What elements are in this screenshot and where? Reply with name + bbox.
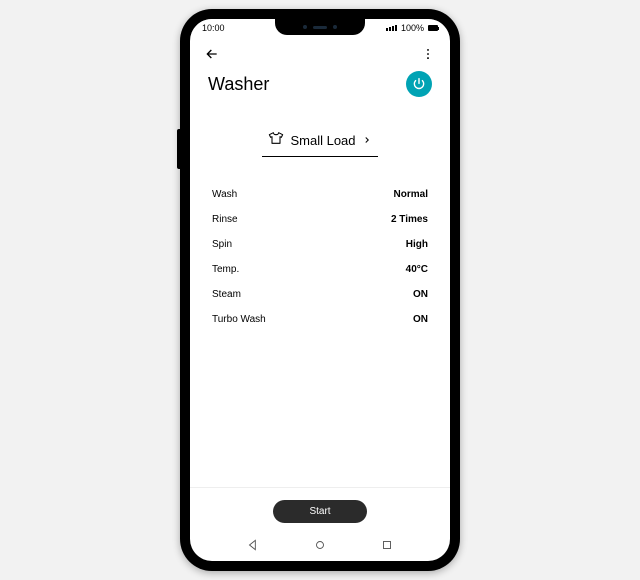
phone-frame: 10:00 100% Washer	[180, 9, 460, 571]
nav-recent-icon[interactable]	[380, 538, 394, 552]
settings-list: Wash Normal Rinse 2 Times Spin High Temp…	[212, 189, 428, 325]
setting-value: 2 Times	[391, 214, 428, 225]
setting-key: Turbo Wash	[212, 314, 266, 325]
more-icon[interactable]	[420, 46, 436, 62]
android-navbar	[190, 531, 450, 561]
setting-row-wash[interactable]: Wash Normal	[212, 189, 428, 200]
battery-pct: 100%	[401, 23, 424, 33]
setting-key: Temp.	[212, 264, 239, 275]
mode-row: Small Load	[212, 127, 428, 157]
start-button[interactable]: Start	[273, 500, 366, 523]
page-title: Washer	[208, 74, 269, 95]
setting-key: Steam	[212, 289, 241, 300]
setting-row-rinse[interactable]: Rinse 2 Times	[212, 214, 428, 225]
chevron-right-icon	[362, 132, 372, 150]
screen: 10:00 100% Washer	[190, 19, 450, 561]
power-button[interactable]	[406, 71, 432, 97]
content: Small Load Wash Normal Rinse 2 Times Spi…	[190, 103, 450, 487]
setting-value: High	[406, 239, 428, 250]
shirt-icon	[268, 131, 284, 150]
mode-label: Small Load	[290, 133, 355, 148]
setting-key: Spin	[212, 239, 232, 250]
footer: Start	[190, 487, 450, 531]
status-right: 100%	[386, 23, 438, 33]
signal-icon	[386, 25, 397, 31]
mode-selector[interactable]: Small Load	[262, 127, 377, 157]
battery-icon	[428, 25, 438, 31]
back-icon[interactable]	[204, 46, 220, 62]
status-bar: 10:00 100%	[190, 19, 450, 37]
nav-back-icon[interactable]	[246, 538, 260, 552]
setting-row-steam[interactable]: Steam ON	[212, 289, 428, 300]
setting-row-turbo[interactable]: Turbo Wash ON	[212, 314, 428, 325]
setting-key: Rinse	[212, 214, 238, 225]
setting-value: 40°C	[406, 264, 428, 275]
setting-value: ON	[413, 289, 428, 300]
setting-key: Wash	[212, 189, 237, 200]
title-row: Washer	[190, 65, 450, 103]
setting-value: Normal	[394, 189, 428, 200]
phone-notch	[275, 19, 365, 35]
setting-value: ON	[413, 314, 428, 325]
setting-row-temp[interactable]: Temp. 40°C	[212, 264, 428, 275]
nav-home-icon[interactable]	[313, 538, 327, 552]
setting-row-spin[interactable]: Spin High	[212, 239, 428, 250]
app-bar	[190, 37, 450, 65]
status-time: 10:00	[202, 23, 225, 33]
